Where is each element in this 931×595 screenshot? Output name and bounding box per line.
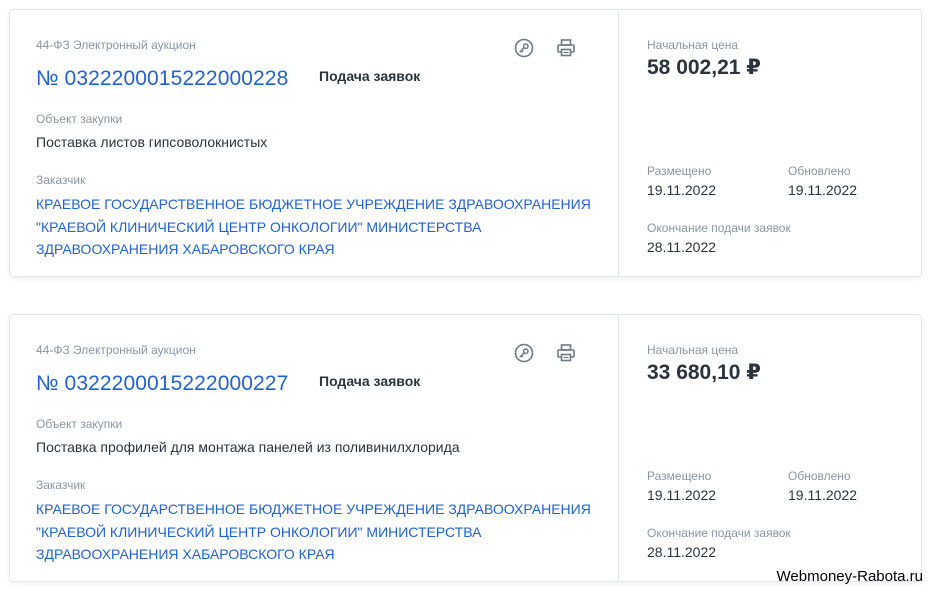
key-icon[interactable] <box>513 37 535 59</box>
card-side: Начальная цена 58 002,21 ₽ Размещено 19.… <box>619 10 921 276</box>
page: 44-ФЗ Электронный аукцион № 032220001522… <box>0 0 931 595</box>
card-side: Начальная цена 33 680,10 ₽ Размещено 19.… <box>619 315 921 581</box>
customer-label: Заказчик <box>36 478 86 492</box>
purchase-number-link[interactable]: № 0322200015222000227 <box>36 372 288 396</box>
card-main: 44-ФЗ Электронный аукцион № 032220001522… <box>10 10 619 276</box>
printer-icon[interactable] <box>555 342 577 364</box>
placed-date: 19.11.2022 <box>647 487 717 503</box>
stage-status: Подача заявок <box>319 373 421 389</box>
updated-date: 19.11.2022 <box>788 487 858 503</box>
purchase-card: 44-ФЗ Электронный аукцион № 032220001522… <box>9 9 922 277</box>
end-date: 28.11.2022 <box>647 239 717 255</box>
object-label: Объект закупки <box>36 112 123 126</box>
card-actions <box>513 37 577 59</box>
procurement-law-type: 44-ФЗ Электронный аукцион <box>36 343 196 357</box>
object-text: Поставка профилей для монтажа панелей из… <box>36 439 460 455</box>
updated-label: Обновлено <box>788 469 851 483</box>
card-main: 44-ФЗ Электронный аукцион № 032220001522… <box>10 315 619 581</box>
price-value: 33 680,10 ₽ <box>647 361 761 384</box>
object-text: Поставка листов гипсоволокнистых <box>36 134 268 150</box>
updated-date: 19.11.2022 <box>788 182 858 198</box>
updated-label: Обновлено <box>788 164 851 178</box>
placed-label: Размещено <box>647 469 712 483</box>
customer-label: Заказчик <box>36 173 86 187</box>
purchase-card: 44-ФЗ Электронный аукцион № 032220001522… <box>9 314 922 582</box>
printer-icon[interactable] <box>555 37 577 59</box>
purchase-number-link[interactable]: № 0322200015222000228 <box>36 67 288 91</box>
customer-link[interactable]: КРАЕВОЕ ГОСУДАРСТВЕННОЕ БЮДЖЕТНОЕ УЧРЕЖД… <box>36 193 596 261</box>
stage-status: Подача заявок <box>319 68 421 84</box>
price-value: 58 002,21 ₽ <box>647 56 761 79</box>
price-label: Начальная цена <box>647 343 739 357</box>
price-label: Начальная цена <box>647 38 739 52</box>
customer-link[interactable]: КРАЕВОЕ ГОСУДАРСТВЕННОЕ БЮДЖЕТНОЕ УЧРЕЖД… <box>36 498 596 566</box>
watermark: Webmoney-Rabota.ru <box>776 568 923 585</box>
placed-label: Размещено <box>647 164 712 178</box>
object-label: Объект закупки <box>36 417 123 431</box>
end-label: Окончание подачи заявок <box>647 221 791 235</box>
procurement-law-type: 44-ФЗ Электронный аукцион <box>36 38 196 52</box>
card-actions <box>513 342 577 364</box>
key-icon[interactable] <box>513 342 535 364</box>
placed-date: 19.11.2022 <box>647 182 717 198</box>
end-label: Окончание подачи заявок <box>647 526 791 540</box>
end-date: 28.11.2022 <box>647 544 717 560</box>
